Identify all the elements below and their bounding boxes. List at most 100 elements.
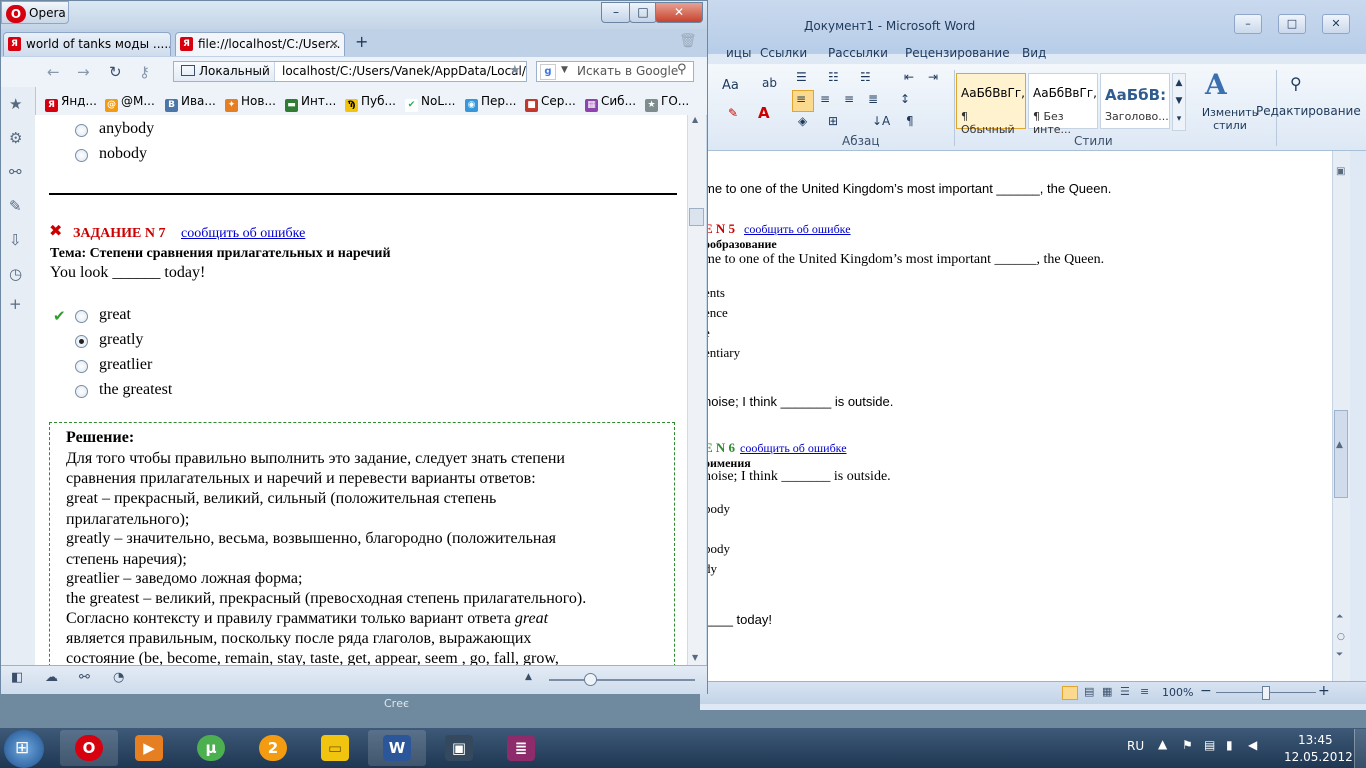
forward-icon[interactable]: → bbox=[77, 63, 90, 81]
ruler-toggle-icon[interactable]: ▣ bbox=[1336, 166, 1345, 177]
page-scroll-thumb[interactable] bbox=[689, 208, 704, 226]
taskbar-word[interactable]: W bbox=[368, 730, 426, 766]
change-case-button[interactable]: Aa bbox=[722, 78, 739, 93]
scroll-up-icon[interactable]: ▲ bbox=[692, 115, 698, 124]
bookmark-star-icon[interactable]: ★ bbox=[509, 63, 521, 78]
trash-icon[interactable]: 🗑 bbox=[679, 33, 697, 49]
radio-greatly[interactable] bbox=[75, 335, 88, 348]
bookmark-internet[interactable]: ▬ Инт... bbox=[285, 94, 336, 112]
multilevel-list-icon[interactable]: ☵ bbox=[860, 70, 871, 84]
bookmark-news[interactable]: ✦ Нов... bbox=[225, 94, 276, 112]
word-scroll-thumb[interactable] bbox=[1334, 410, 1348, 498]
increase-indent-icon[interactable]: ⇥ bbox=[928, 70, 938, 84]
new-tab-button[interactable]: + bbox=[355, 32, 368, 51]
align-center-icon[interactable]: ≡ bbox=[820, 92, 830, 106]
zoom-out-button[interactable]: − bbox=[1200, 683, 1212, 699]
address-bar[interactable]: Локальный localhost/C:/Users/Vanek/AppDa… bbox=[173, 61, 527, 82]
google-icon[interactable]: g bbox=[540, 64, 556, 80]
outline-view-icon[interactable]: ☰ bbox=[1120, 685, 1130, 698]
flag-icon[interactable]: ⚑ bbox=[1182, 738, 1193, 752]
decrease-indent-icon[interactable]: ⇤ bbox=[904, 70, 914, 84]
opera-maximize-button[interactable]: □ bbox=[629, 2, 657, 23]
pilcrow-icon[interactable]: ¶ bbox=[906, 114, 914, 128]
volume-icon[interactable]: ◀ bbox=[1248, 738, 1257, 752]
line-spacing-icon[interactable]: ↕ bbox=[900, 92, 910, 106]
align-left-icon[interactable]: ≡ bbox=[796, 92, 806, 106]
scroll-up-icon[interactable]: ▲ bbox=[1336, 440, 1343, 450]
zoom-in-button[interactable]: + bbox=[1318, 683, 1330, 699]
bookmark-nol[interactable]: ✔ NoL... bbox=[405, 94, 455, 112]
doc-task6-report-link[interactable]: сообщить об ошибке bbox=[740, 441, 847, 456]
report-error-link[interactable]: сообщить об ошибке bbox=[181, 226, 305, 242]
network-icon[interactable]: ▮ bbox=[1226, 738, 1233, 752]
style-heading[interactable]: АаБбВ: Заголово... bbox=[1100, 73, 1170, 129]
style-normal[interactable]: АаБбВвГг, ¶ Обычный bbox=[956, 73, 1026, 136]
show-desktop-button[interactable] bbox=[1354, 729, 1366, 768]
zoom-slider-thumb[interactable] bbox=[584, 673, 597, 686]
opera-minimize-button[interactable]: – bbox=[601, 2, 631, 23]
url-text[interactable]: localhost/C:/Users/Vanek/AppData/Local/ bbox=[282, 62, 526, 81]
bookmark-yandex[interactable]: Я Янд... bbox=[45, 94, 97, 112]
radio-greatlier[interactable] bbox=[75, 360, 88, 373]
back-icon[interactable]: ← bbox=[47, 63, 60, 81]
clock-time[interactable]: 13:45 bbox=[1298, 733, 1333, 747]
start-button[interactable]: ⊞ bbox=[4, 730, 44, 768]
tab-world-of-tanks[interactable]: Я world of tanks моды ...... bbox=[3, 32, 171, 56]
page-vertical-scrollbar[interactable]: ▲ ▼ bbox=[687, 115, 706, 665]
security-zone[interactable]: Локальный bbox=[174, 62, 275, 81]
browse-object-icon[interactable]: ○ bbox=[1337, 632, 1345, 642]
unite-icon[interactable]: ⚯ bbox=[9, 163, 22, 181]
add-panel-icon[interactable]: + bbox=[9, 295, 22, 313]
taskbar-media-player[interactable]: ▶ bbox=[120, 730, 178, 766]
show-hidden-icons-icon[interactable]: ▲ bbox=[1158, 737, 1167, 751]
word-tab-tables[interactable]: ицы bbox=[726, 46, 751, 60]
bookmarks-star-icon[interactable]: ★ bbox=[9, 95, 22, 113]
word-close-button[interactable]: ✕ bbox=[1322, 14, 1350, 34]
numbering-icon[interactable]: ☷ bbox=[828, 70, 839, 84]
radio-prev-anybody[interactable] bbox=[75, 124, 88, 137]
word-tab-mailings[interactable]: Рассылки bbox=[828, 46, 888, 60]
taskbar-explorer[interactable]: ▭ bbox=[306, 730, 364, 766]
speed-dial-icon[interactable]: ◔ bbox=[113, 670, 124, 685]
word-maximize-button[interactable]: □ bbox=[1278, 14, 1306, 34]
change-styles-icon[interactable]: A bbox=[1205, 68, 1227, 101]
zoom-slider-thumb[interactable] bbox=[1262, 686, 1270, 700]
word-tab-references[interactable]: Ссылки bbox=[760, 46, 807, 60]
word-tab-review[interactable]: Рецензирование bbox=[905, 46, 1010, 60]
print-layout-view-icon[interactable] bbox=[1062, 686, 1078, 700]
chevron-down-icon[interactable]: ▼ bbox=[561, 65, 568, 75]
font-color-icon[interactable]: A bbox=[758, 104, 770, 122]
tab-close-icon[interactable]: ✕ bbox=[329, 33, 339, 55]
shading-icon[interactable]: ◈ bbox=[798, 114, 807, 128]
web-layout-icon[interactable]: ▦ bbox=[1102, 685, 1112, 698]
bookmark-per[interactable]: ◉ Пер... bbox=[465, 94, 516, 112]
zoom-level[interactable]: 100% bbox=[1162, 686, 1193, 699]
taskbar-video-editor[interactable]: ▣ bbox=[430, 730, 488, 766]
draft-view-icon[interactable]: ≡ bbox=[1140, 685, 1149, 698]
justify-icon[interactable]: ≣ bbox=[868, 92, 878, 106]
prev-page-icon[interactable]: ⏶ bbox=[1336, 612, 1343, 622]
settings-gear-icon[interactable]: ⚙ bbox=[9, 129, 22, 147]
styles-scroll-button[interactable]: ▲ ▼ ▾ bbox=[1172, 73, 1186, 131]
bookmark-sib[interactable]: ▦ Сиб... bbox=[585, 94, 636, 112]
unite-status-icon[interactable]: ⚯ bbox=[79, 670, 90, 685]
opera-menu-button[interactable]: O Opera bbox=[1, 1, 69, 24]
clear-format-icon[interactable]: ab bbox=[762, 76, 777, 90]
sort-icon[interactable]: ↓A bbox=[872, 114, 890, 128]
style-no-spacing[interactable]: АаБбВвГг, ¶ Без инте... bbox=[1028, 73, 1098, 136]
highlight-icon[interactable]: ✎ bbox=[728, 106, 738, 120]
word-tab-view[interactable]: Вид bbox=[1022, 46, 1046, 60]
bookmark-go[interactable]: ★ ГО... bbox=[645, 94, 689, 112]
radio-great[interactable] bbox=[75, 310, 88, 323]
borders-icon[interactable]: ⊞ bbox=[828, 114, 838, 128]
reload-icon[interactable]: ↻ bbox=[109, 63, 122, 81]
doc-task5-report-link[interactable]: сообщить об ошибке bbox=[744, 222, 851, 237]
binoculars-icon[interactable]: ⚲ bbox=[1290, 74, 1302, 93]
word-minimize-button[interactable]: – bbox=[1234, 14, 1262, 34]
bookmark-ser[interactable]: ■ Сер... bbox=[525, 94, 576, 112]
panel-toggle-icon[interactable]: ◧ bbox=[11, 670, 23, 685]
tab-local-file[interactable]: Я file://localhost/C:/User... ✕ bbox=[175, 32, 345, 56]
bookmark-mail[interactable]: @ @M... bbox=[105, 94, 155, 112]
bullets-icon[interactable]: ☰ bbox=[796, 70, 807, 84]
input-language[interactable]: RU bbox=[1127, 739, 1144, 753]
